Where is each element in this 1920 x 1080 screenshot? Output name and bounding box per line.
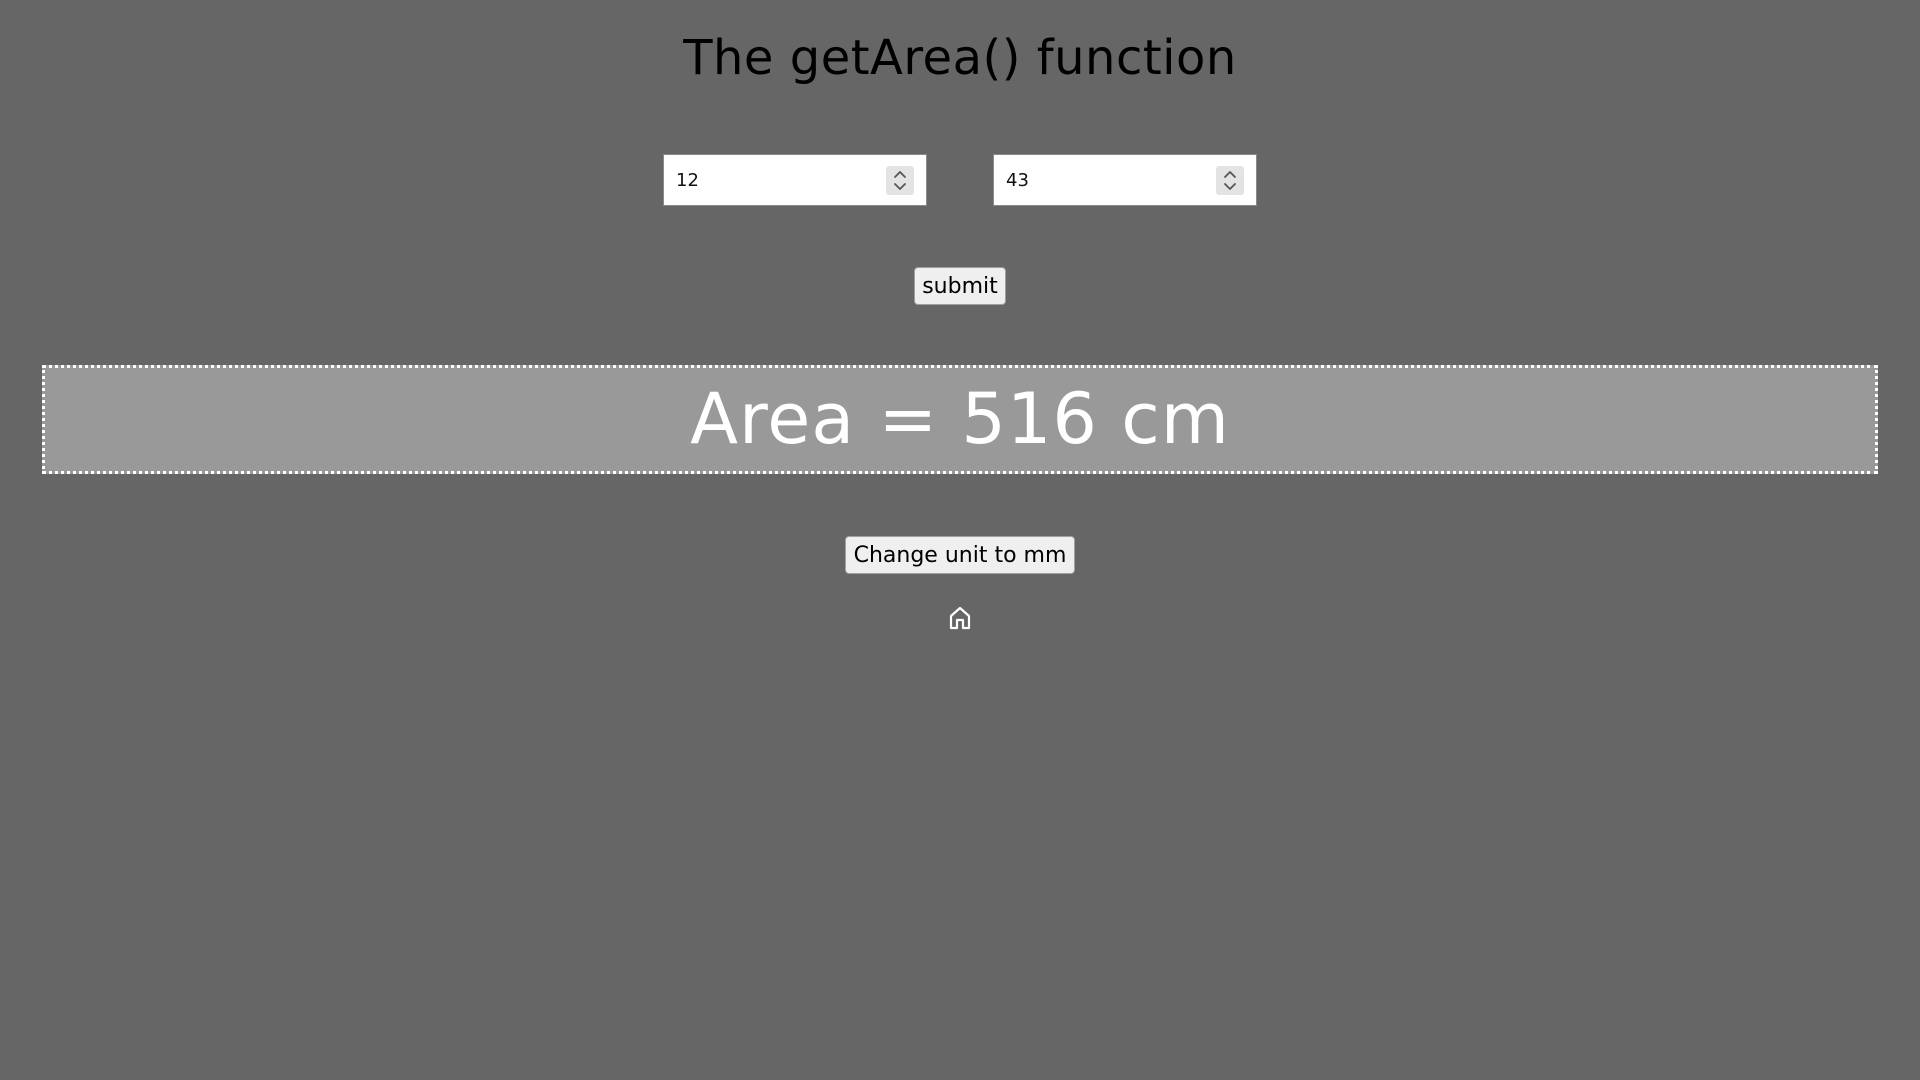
change-unit-button[interactable]: Change unit to mm: [845, 536, 1075, 574]
height-input-value: 43: [1006, 170, 1029, 191]
chevron-up-icon[interactable]: [1224, 171, 1236, 178]
submit-button[interactable]: submit: [914, 267, 1006, 305]
chevron-down-icon[interactable]: [894, 183, 906, 190]
width-number-input[interactable]: 12: [663, 154, 927, 206]
chevron-down-icon[interactable]: [1224, 183, 1236, 190]
height-number-input[interactable]: 43: [993, 154, 1257, 206]
page-title: The getArea() function: [683, 30, 1237, 86]
height-spinner[interactable]: [1216, 166, 1244, 195]
area-result-text: Area = 516 cm: [690, 378, 1230, 460]
width-input-value: 12: [676, 170, 699, 191]
home-icon[interactable]: [948, 605, 972, 631]
chevron-up-icon[interactable]: [894, 171, 906, 178]
width-spinner[interactable]: [886, 166, 914, 195]
result-panel: Area = 516 cm: [42, 365, 1878, 474]
